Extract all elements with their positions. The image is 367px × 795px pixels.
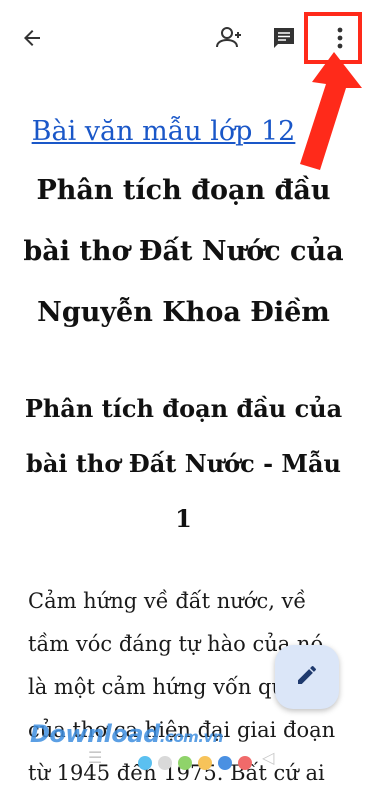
edit-fab-button[interactable] [275, 645, 339, 709]
link-title[interactable]: Bài văn mẫu lớp 12 [0, 104, 327, 160]
nav-menu-icon[interactable]: ☰ [88, 748, 102, 767]
dot [198, 756, 212, 770]
main-title: Phân tích đoạn đầu bài thơ Đất Nước của … [23, 175, 344, 328]
watermark-suffix: .com.vn [159, 728, 224, 746]
section-title: Phân tích đoạn đầu của bài thơ Đất Nước … [24, 394, 343, 533]
watermark-dots [138, 756, 252, 770]
dot [158, 756, 172, 770]
add-person-icon[interactable] [214, 26, 242, 50]
pencil-icon [295, 663, 319, 691]
comment-icon[interactable] [272, 26, 296, 50]
watermark-logo: Download.com.vn [30, 720, 223, 748]
dot [218, 756, 232, 770]
dot [138, 756, 152, 770]
back-arrow-icon[interactable] [20, 26, 44, 50]
dot [178, 756, 192, 770]
watermark-brand: Download [30, 720, 160, 748]
nav-back-icon[interactable]: ◁ [262, 748, 274, 767]
dot [238, 756, 252, 770]
